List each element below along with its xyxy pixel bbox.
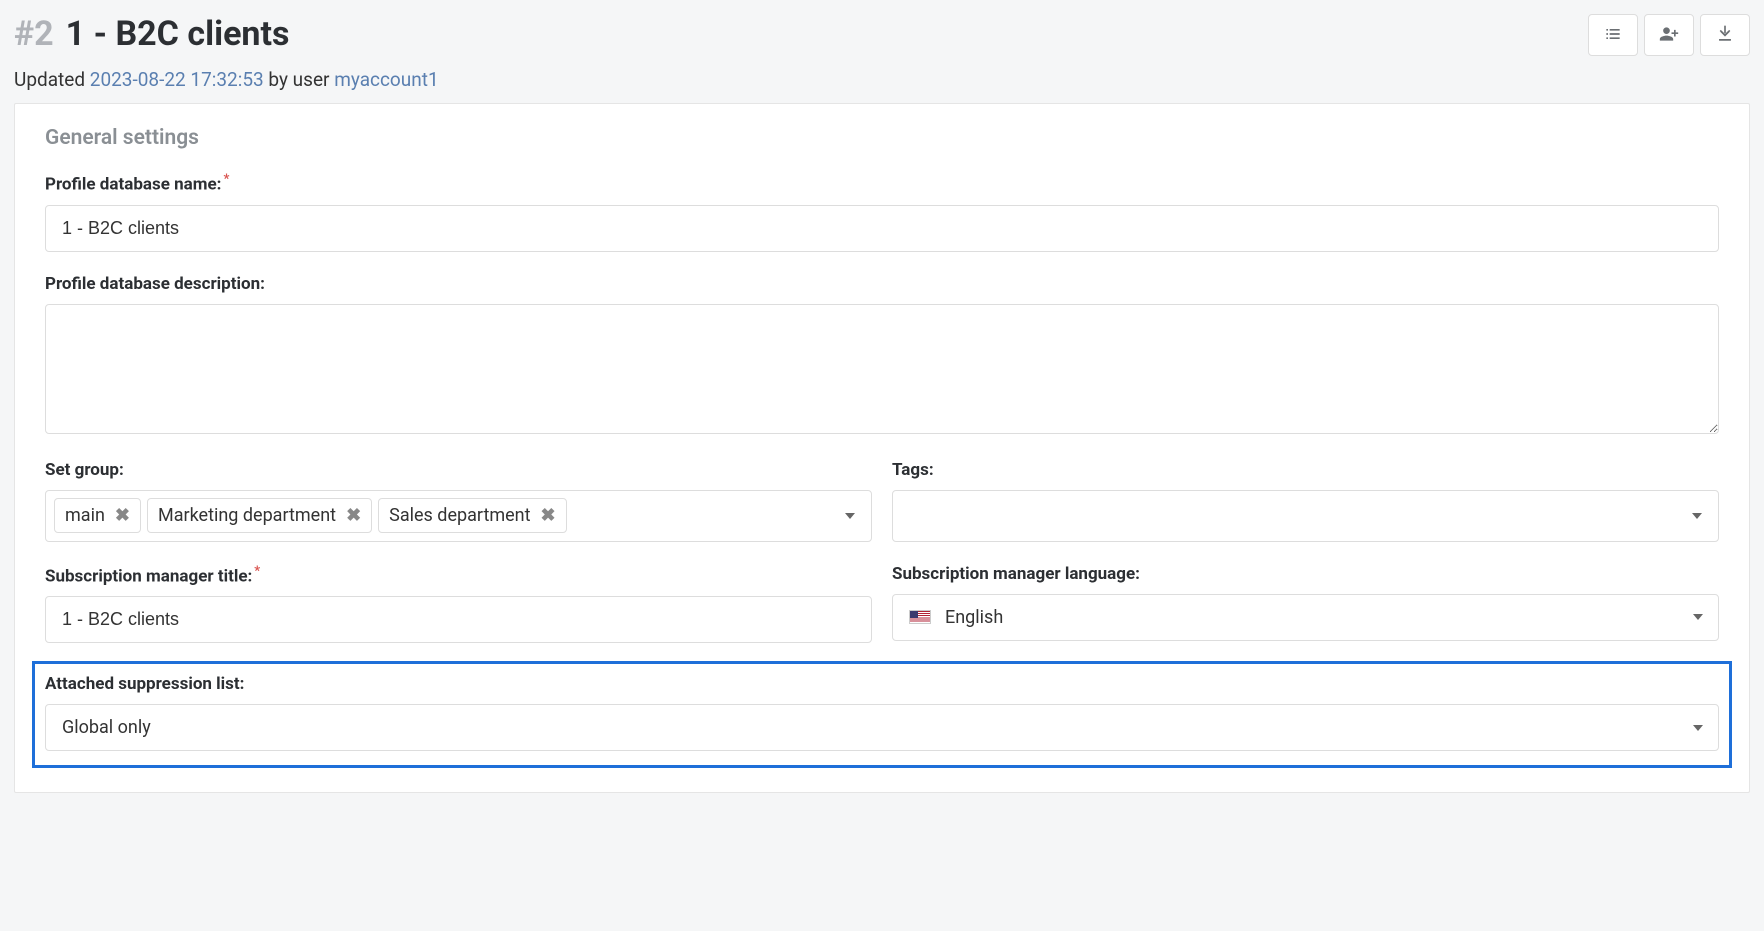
download-button[interactable] xyxy=(1700,14,1750,56)
tags-label: Tags: xyxy=(892,460,1719,480)
page-title: 1 - B2C clients xyxy=(66,14,290,54)
header-actions xyxy=(1582,14,1750,56)
group-chip: main ✖ xyxy=(54,498,141,533)
chevron-down-icon xyxy=(1693,725,1703,731)
us-flag-icon xyxy=(909,610,931,624)
chevron-down-icon xyxy=(1692,513,1702,519)
subscription-title-input[interactable] xyxy=(45,596,872,643)
required-marker: * xyxy=(223,172,229,187)
name-input[interactable] xyxy=(45,205,1719,252)
updated-user-link[interactable]: myaccount1 xyxy=(334,68,438,91)
meta-info: Updated 2023-08-22 17:32:53 by user myac… xyxy=(14,68,1582,91)
group-label: Set group: xyxy=(45,460,872,480)
description-textarea[interactable] xyxy=(45,304,1719,434)
chevron-down-icon xyxy=(1693,614,1703,620)
remove-chip-icon[interactable]: ✖ xyxy=(541,505,556,526)
list-icon xyxy=(1603,24,1623,47)
suppression-label: Attached suppression list: xyxy=(45,674,1719,694)
record-id: #2 xyxy=(14,14,54,54)
add-user-icon xyxy=(1659,24,1679,47)
suppression-value: Global only xyxy=(62,717,151,738)
language-label: Subscription manager language: xyxy=(892,564,1719,584)
group-chip-label: main xyxy=(65,505,105,526)
add-user-button[interactable] xyxy=(1644,14,1694,56)
suppression-select[interactable]: Global only xyxy=(45,704,1719,751)
updated-by-label: by user xyxy=(264,68,335,91)
name-label: Profile database name:* xyxy=(45,172,1719,195)
required-marker: * xyxy=(254,564,260,579)
group-chip: Marketing department ✖ xyxy=(147,498,372,533)
highlighted-section: Attached suppression list: Global only xyxy=(32,661,1732,768)
updated-timestamp-link[interactable]: 2023-08-22 17:32:53 xyxy=(90,68,264,91)
group-chip-label: Sales department xyxy=(389,505,530,526)
page-header: #2 1 - B2C clients Updated 2023-08-22 17… xyxy=(14,14,1750,91)
remove-chip-icon[interactable]: ✖ xyxy=(346,505,361,526)
download-icon xyxy=(1715,24,1735,47)
description-label: Profile database description: xyxy=(45,274,1719,294)
language-value: English xyxy=(945,607,1003,628)
language-select[interactable]: English xyxy=(892,594,1719,641)
remove-chip-icon[interactable]: ✖ xyxy=(115,505,130,526)
group-select[interactable]: main ✖ Marketing department ✖ Sales depa… xyxy=(45,490,872,542)
chevron-down-icon xyxy=(845,513,855,519)
tags-select[interactable] xyxy=(892,490,1719,542)
group-chip: Sales department ✖ xyxy=(378,498,566,533)
settings-panel: General settings Profile database name:*… xyxy=(14,103,1750,793)
group-chip-label: Marketing department xyxy=(158,505,336,526)
subscription-title-label: Subscription manager title:* xyxy=(45,564,872,587)
section-title: General settings xyxy=(45,126,1719,150)
updated-label: Updated xyxy=(14,68,90,91)
list-button[interactable] xyxy=(1588,14,1638,56)
